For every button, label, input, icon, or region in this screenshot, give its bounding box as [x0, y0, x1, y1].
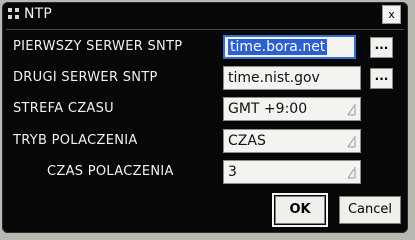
secondary-server-browse-button[interactable]: ... — [370, 68, 393, 89]
close-button[interactable]: x — [382, 5, 401, 24]
primary-server-browse-button[interactable]: ... — [370, 37, 393, 58]
primary-server-label: PIERWSZY SERWER SNTP — [13, 39, 183, 54]
sync-time-value: 3 — [228, 164, 237, 180]
ok-button[interactable]: OK — [272, 193, 328, 227]
window-title: NTP — [24, 6, 53, 22]
ntp-window-icon — [8, 8, 19, 19]
title-bar: NTP x — [2, 2, 408, 28]
sync-mode-label: TRYB POLACZENIA — [13, 133, 138, 148]
primary-server-value: time.bora.net — [228, 39, 328, 55]
timezone-value: GMT +9:00 — [228, 101, 308, 117]
primary-server-input[interactable]: time.bora.net — [223, 35, 356, 59]
cancel-button[interactable]: Cancel — [339, 196, 401, 224]
sync-time-dropdown[interactable]: 3 — [223, 160, 361, 184]
timezone-dropdown[interactable]: GMT +9:00 — [223, 97, 361, 121]
dropdown-arrow-icon — [347, 167, 356, 179]
timezone-label: STREFA CZASU — [13, 101, 114, 116]
secondary-server-label: DRUGI SERWER SNTP — [13, 70, 158, 85]
close-icon: x — [388, 8, 395, 21]
secondary-server-input[interactable]: time.nist.gov — [223, 66, 361, 90]
sync-time-label: CZAS POLACZENIA — [47, 164, 174, 179]
dropdown-arrow-icon — [347, 104, 356, 116]
dropdown-arrow-icon — [347, 136, 356, 148]
ntp-dialog: NTP x PIERWSZY SERWER SNTP time.bora.net… — [2, 2, 408, 233]
sync-mode-value: CZAS — [228, 133, 266, 149]
sync-mode-dropdown[interactable]: CZAS — [223, 129, 361, 153]
title-divider — [6, 29, 404, 30]
secondary-server-value: time.nist.gov — [228, 70, 320, 86]
